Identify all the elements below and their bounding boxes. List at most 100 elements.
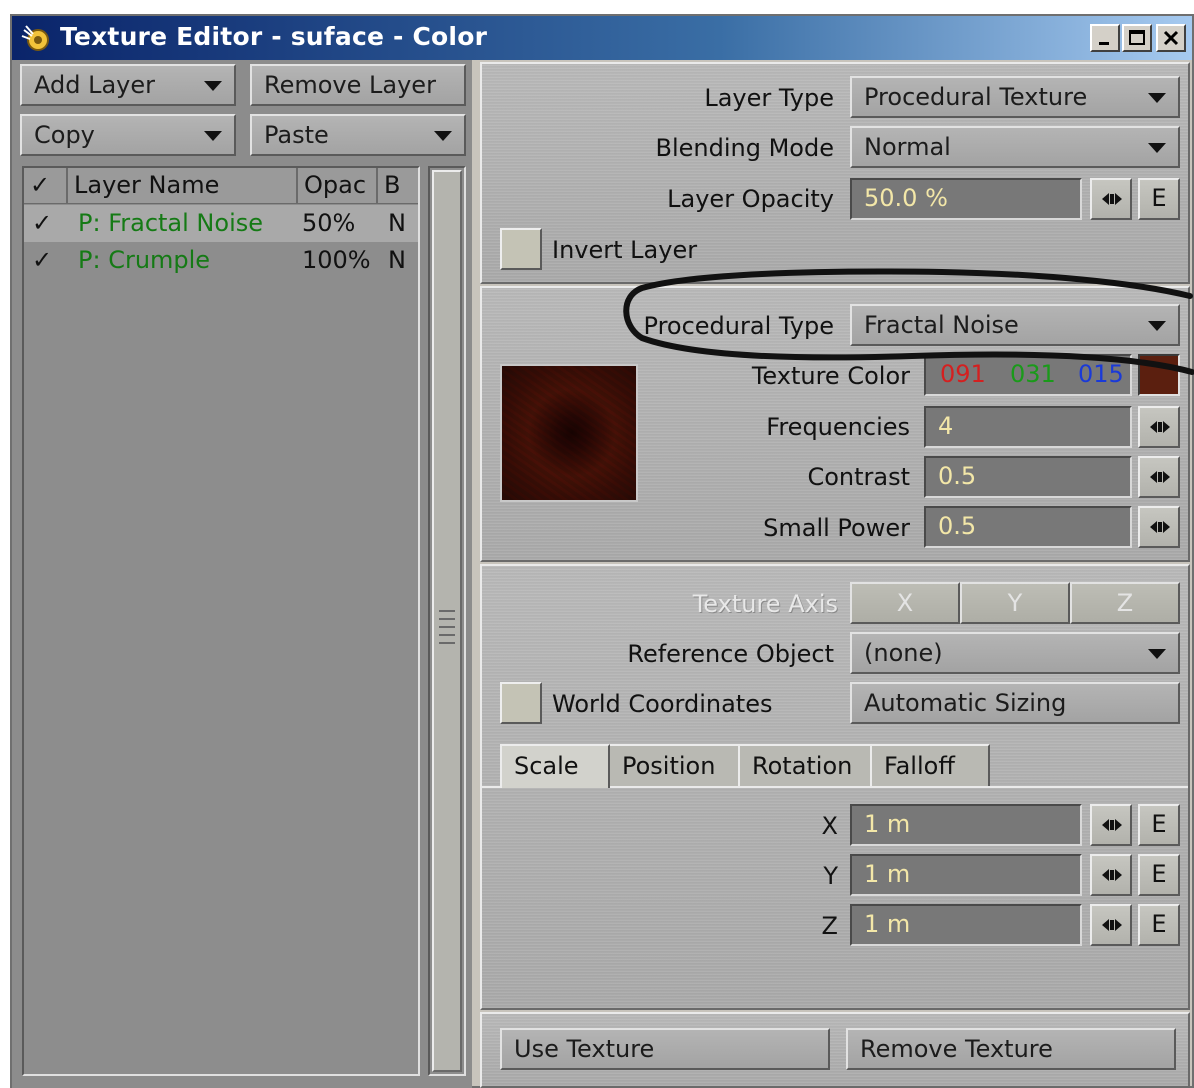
add-layer-label: Add Layer — [34, 71, 156, 99]
reference-object-dropdown[interactable]: (none) — [850, 632, 1180, 674]
layer-row[interactable]: ✓ P: Fractal Noise 50% N — [24, 205, 418, 242]
left-right-arrows-icon — [1150, 521, 1170, 533]
blending-mode-value: Normal — [864, 133, 951, 161]
chevron-down-icon — [1148, 93, 1166, 103]
layer-list-scrollbar[interactable] — [428, 166, 466, 1076]
grip-line — [439, 634, 455, 636]
chevron-down-icon — [204, 131, 222, 141]
remove-texture-button[interactable]: Remove Texture — [846, 1028, 1176, 1070]
left-right-arrows-icon — [1150, 471, 1170, 483]
scale-x-field[interactable]: 1 m — [850, 804, 1082, 846]
scale-z-slider-button[interactable] — [1090, 904, 1132, 946]
layer-blend: N — [388, 246, 406, 274]
layer-type-dropdown[interactable]: Procedural Texture — [850, 76, 1180, 118]
scrollbar-thumb[interactable] — [432, 170, 462, 1072]
layer-list-header: ✓ Layer Name Opac B — [24, 168, 418, 204]
close-button[interactable] — [1156, 24, 1186, 52]
texture-axis-x-button[interactable]: X — [850, 582, 960, 624]
maximize-icon — [1129, 30, 1145, 45]
header-blend[interactable]: B — [378, 168, 418, 204]
world-coordinates-label: World Coordinates — [552, 690, 773, 718]
layer-list[interactable]: ✓ Layer Name Opac B ✓ P: Fractal Noise 5… — [22, 166, 420, 1076]
left-right-arrows-icon — [1102, 193, 1122, 205]
header-opacity[interactable]: Opac — [298, 168, 378, 204]
texture-axis-label: Texture Axis — [692, 590, 838, 618]
layer-opacity-label: Layer Opacity — [667, 185, 834, 213]
automatic-sizing-button[interactable]: Automatic Sizing — [850, 682, 1180, 724]
layer-opacity-envelope-button[interactable]: E — [1138, 178, 1180, 220]
texture-axis-y-button[interactable]: Y — [960, 582, 1070, 624]
texture-axis-z-button[interactable]: Z — [1070, 582, 1180, 624]
layer-name: P: Crumple — [78, 246, 211, 274]
add-layer-dropdown[interactable]: Add Layer — [20, 64, 236, 106]
grip-line — [439, 610, 455, 612]
scale-x-slider-button[interactable] — [1090, 804, 1132, 846]
tab-scale[interactable]: Scale — [500, 744, 610, 788]
chevron-down-icon — [1148, 649, 1166, 659]
minimize-icon — [1099, 42, 1109, 45]
scale-z-field[interactable]: 1 m — [850, 904, 1082, 946]
texture-preview — [500, 364, 638, 502]
scale-y-envelope-button[interactable]: E — [1138, 854, 1180, 896]
blending-mode-label: Blending Mode — [655, 134, 834, 162]
use-texture-button[interactable]: Use Texture — [500, 1028, 830, 1070]
header-layer-name[interactable]: Layer Name — [68, 168, 298, 204]
window-title: Texture Editor - suface - Color — [60, 22, 488, 51]
grip-line — [439, 642, 455, 644]
copy-dropdown[interactable]: Copy — [20, 114, 236, 156]
scale-x-label: X — [821, 812, 838, 840]
frequencies-label: Frequencies — [766, 413, 910, 441]
blending-mode-dropdown[interactable]: Normal — [850, 126, 1180, 168]
maximize-button[interactable] — [1122, 24, 1152, 52]
layer-blend: N — [388, 209, 406, 237]
layer-name: P: Fractal Noise — [78, 209, 264, 237]
remove-layer-button[interactable]: Remove Layer — [250, 64, 466, 106]
tab-rotation[interactable]: Rotation — [738, 744, 872, 788]
reference-object-value: (none) — [864, 639, 943, 667]
scale-x-envelope-button[interactable]: E — [1138, 804, 1180, 846]
remove-layer-label: Remove Layer — [264, 71, 436, 99]
reference-object-label: Reference Object — [627, 640, 834, 668]
left-right-arrows-icon — [1102, 869, 1122, 881]
small-power-field[interactable]: 0.5 — [924, 506, 1132, 548]
app-icon — [21, 25, 49, 51]
scale-y-slider-button[interactable] — [1090, 854, 1132, 896]
close-icon — [1163, 30, 1179, 46]
small-power-label: Small Power — [763, 514, 910, 542]
scale-y-field[interactable]: 1 m — [850, 854, 1082, 896]
layer-type-value: Procedural Texture — [864, 83, 1088, 111]
scale-y-label: Y — [823, 862, 838, 890]
layer-type-label: Layer Type — [704, 84, 834, 112]
world-coordinates-checkbox[interactable] — [500, 682, 542, 724]
chevron-down-icon — [434, 131, 452, 141]
small-power-slider-button[interactable] — [1138, 506, 1180, 548]
paste-dropdown[interactable]: Paste — [250, 114, 466, 156]
minimize-button[interactable] — [1090, 24, 1120, 52]
layer-check[interactable]: ✓ — [32, 242, 52, 278]
copy-label: Copy — [34, 121, 95, 149]
chevron-down-icon — [1148, 143, 1166, 153]
frequencies-slider-button[interactable] — [1138, 406, 1180, 448]
layer-opacity-slider-button[interactable] — [1090, 178, 1132, 220]
grip-line — [439, 618, 455, 620]
layer-row[interactable]: ✓ P: Crumple 100% N — [24, 242, 418, 279]
frequencies-field[interactable]: 4 — [924, 406, 1132, 448]
annotation-scribble — [623, 268, 1194, 375]
tab-falloff[interactable]: Falloff — [870, 744, 990, 788]
tab-position[interactable]: Position — [608, 744, 740, 788]
layer-opacity-field[interactable]: 50.0 % — [850, 178, 1082, 220]
contrast-field[interactable]: 0.5 — [924, 456, 1132, 498]
scale-z-envelope-button[interactable]: E — [1138, 904, 1180, 946]
invert-layer-checkbox[interactable] — [500, 228, 542, 270]
grip-line — [439, 626, 455, 628]
contrast-slider-button[interactable] — [1138, 456, 1180, 498]
title-bar[interactable]: Texture Editor - suface - Color — [12, 16, 1192, 60]
texture-editor-window: Texture Editor - suface - Color Add Laye… — [10, 14, 1194, 1088]
layer-check[interactable]: ✓ — [32, 205, 52, 241]
paste-label: Paste — [264, 121, 329, 149]
left-right-arrows-icon — [1150, 421, 1170, 433]
scale-z-label: Z — [821, 912, 838, 940]
layer-opacity: 100% — [302, 246, 371, 274]
header-check[interactable]: ✓ — [24, 168, 68, 204]
contrast-label: Contrast — [807, 463, 910, 491]
